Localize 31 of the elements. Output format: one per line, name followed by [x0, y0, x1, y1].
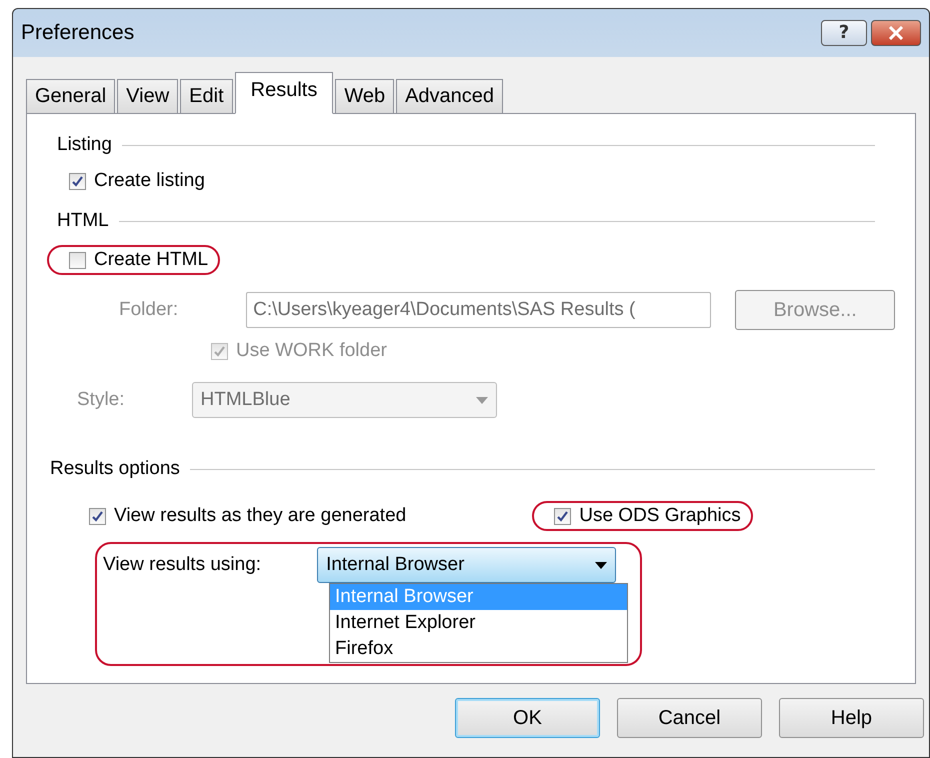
dialog-button[interactable]: Cancel [617, 698, 762, 738]
window-title: Preferences [21, 20, 136, 44]
checkbox[interactable] [69, 172, 86, 190]
dropdown-arrow-icon [476, 396, 488, 404]
checkbox-label: Create HTML [94, 249, 208, 271]
checkbox[interactable] [69, 252, 86, 268]
checkbox[interactable] [554, 508, 572, 524]
section-heading: HTML [57, 210, 109, 232]
dropdown-arrow-icon [595, 562, 608, 568]
checkbox-label: View results as they are generated [114, 505, 406, 527]
section-heading: Results options [50, 458, 180, 480]
checkbox-label: Use WORK folder [236, 340, 387, 362]
checkbox-label: Create listing [94, 170, 205, 192]
tab[interactable]: Web [335, 79, 394, 113]
dialog-button[interactable]: Help [779, 698, 924, 738]
help-button[interactable]: ? [821, 20, 867, 46]
checkbox[interactable] [89, 508, 106, 524]
tab[interactable]: Edit [180, 79, 233, 113]
tab[interactable]: View [117, 79, 178, 113]
dialog-button[interactable]: OK [455, 698, 600, 738]
tab[interactable]: Results [234, 72, 334, 114]
close-button[interactable] [871, 20, 921, 46]
tab[interactable]: General [26, 79, 116, 113]
tab[interactable]: Advanced [396, 79, 504, 113]
checkbox-label: Use ODS Graphics [579, 505, 741, 527]
field-label: Style: [77, 389, 125, 411]
field-label: Folder: [119, 299, 178, 321]
field-label: View results using: [103, 554, 262, 576]
browser-dropdown[interactable]: Internal Browser [317, 547, 616, 583]
section-heading: Listing [57, 134, 112, 156]
close-icon [888, 26, 904, 40]
